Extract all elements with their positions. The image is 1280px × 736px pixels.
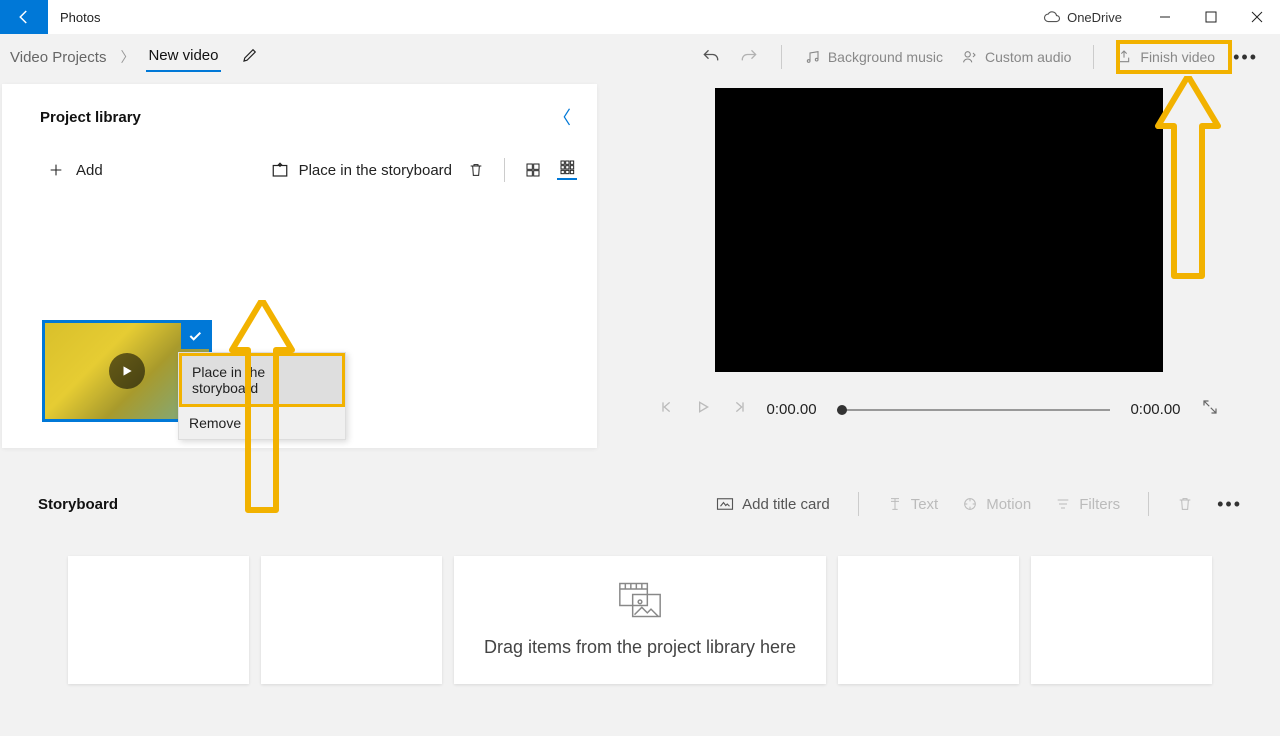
title-card-icon	[716, 496, 734, 512]
storyboard-slot[interactable]	[68, 556, 249, 684]
edit-name-button[interactable]	[241, 46, 259, 69]
text-button: Text	[887, 496, 939, 513]
maximize-button[interactable]	[1188, 0, 1234, 34]
background-music-button[interactable]: Background music	[804, 49, 943, 65]
grid-large-button[interactable]	[523, 160, 543, 180]
divider	[1093, 45, 1094, 69]
play-button[interactable]	[695, 399, 711, 420]
prev-frame-button[interactable]	[659, 399, 675, 420]
media-placeholder-icon	[618, 581, 662, 619]
selected-check-icon	[181, 323, 209, 349]
grid-3x3-icon	[559, 159, 575, 175]
undo-button[interactable]	[701, 47, 721, 67]
motion-icon	[962, 496, 978, 512]
motion-button: Motion	[962, 496, 1031, 513]
redo-button[interactable]	[739, 47, 759, 67]
divider	[1148, 492, 1149, 516]
annotation-arrow-finish	[1148, 76, 1228, 286]
more-button[interactable]: •••	[1233, 47, 1258, 68]
onedrive-status[interactable]: OneDrive	[1043, 10, 1122, 25]
chevron-right-icon: 〉	[120, 47, 134, 67]
storyboard-track[interactable]: Drag items from the project library here	[0, 556, 1280, 684]
storyboard-slot[interactable]	[1031, 556, 1212, 684]
annotation-arrow-context	[222, 300, 302, 520]
divider	[504, 158, 505, 182]
progress-slider[interactable]	[837, 409, 1111, 411]
fullscreen-button[interactable]	[1201, 398, 1219, 421]
close-button[interactable]	[1234, 0, 1280, 34]
music-icon	[804, 49, 820, 65]
next-frame-button[interactable]	[731, 399, 747, 420]
audio-icon	[961, 49, 977, 65]
storyboard-slot[interactable]	[838, 556, 1019, 684]
breadcrumb-current[interactable]: New video	[146, 43, 220, 72]
storyboard-slot[interactable]	[261, 556, 442, 684]
storyboard-delete-button	[1177, 495, 1193, 513]
text-icon	[887, 496, 903, 512]
cloud-icon	[1043, 10, 1061, 24]
divider	[781, 45, 782, 69]
app-title: Photos	[60, 10, 100, 25]
storyboard-drop-hint[interactable]: Drag items from the project library here	[454, 556, 827, 684]
grid-2x2-icon	[525, 162, 541, 178]
custom-audio-button[interactable]: Custom audio	[961, 49, 1071, 65]
time-current: 0:00.00	[767, 401, 817, 418]
filters-icon	[1055, 496, 1071, 512]
add-title-card-button[interactable]: Add title card	[716, 496, 830, 513]
storyboard-more-button[interactable]: •••	[1217, 494, 1242, 515]
video-preview[interactable]	[715, 88, 1163, 372]
storyboard-title: Storyboard	[38, 496, 118, 513]
place-in-storyboard-button[interactable]: Place in the storyboard	[271, 161, 452, 179]
back-button[interactable]	[0, 0, 48, 34]
project-library-title: Project library	[40, 109, 141, 126]
trash-icon	[468, 161, 484, 179]
time-duration: 0:00.00	[1130, 401, 1180, 418]
drag-hint-text: Drag items from the project library here	[484, 637, 796, 658]
minimize-button[interactable]	[1142, 0, 1188, 34]
collapse-library-button[interactable]: 〈	[553, 104, 581, 130]
breadcrumb-parent[interactable]: Video Projects	[8, 45, 108, 70]
plus-icon	[48, 162, 64, 178]
add-media-button[interactable]: Add	[48, 162, 103, 179]
filters-button: Filters	[1055, 496, 1120, 513]
divider	[858, 492, 859, 516]
grid-small-button[interactable]	[557, 160, 577, 180]
annotation-highlight-finish	[1116, 40, 1232, 74]
storyboard-icon	[271, 161, 289, 179]
delete-button[interactable]	[466, 160, 486, 180]
play-overlay-icon[interactable]	[109, 353, 145, 389]
trash-icon	[1177, 495, 1193, 513]
